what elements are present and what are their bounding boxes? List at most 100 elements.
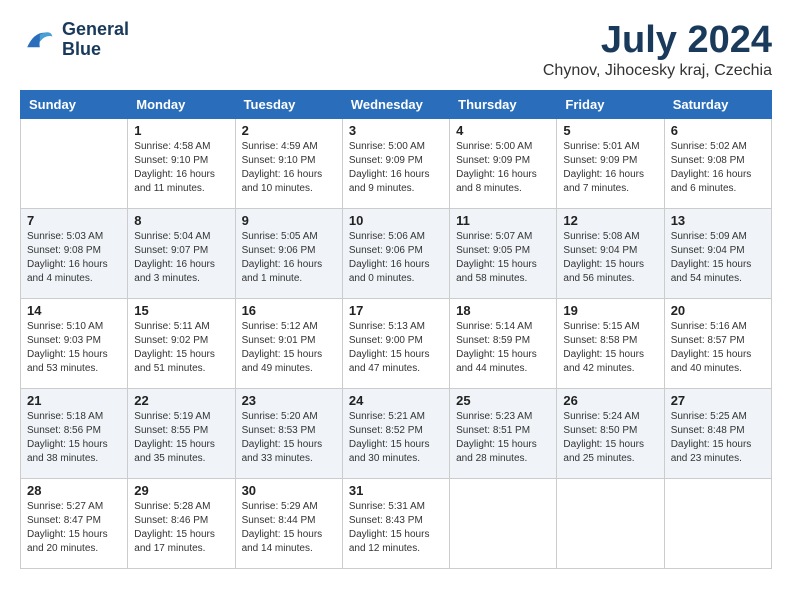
header-wednesday: Wednesday	[342, 90, 449, 118]
calendar-cell: 16 Sunrise: 5:12 AM Sunset: 9:01 PM Dayli…	[235, 298, 342, 388]
calendar-cell	[450, 478, 557, 568]
day-number: 8	[134, 213, 228, 228]
month-year-title: July 2024	[543, 20, 772, 62]
location-subtitle: Chynov, Jihocesky kraj, Czechia	[543, 62, 772, 80]
calendar-cell: 2 Sunrise: 4:59 AM Sunset: 9:10 PM Daylig…	[235, 118, 342, 208]
calendar-cell: 18 Sunrise: 5:14 AM Sunset: 8:59 PM Dayli…	[450, 298, 557, 388]
day-number: 5	[563, 123, 657, 138]
day-info: Sunrise: 5:14 AM Sunset: 8:59 PM Dayligh…	[456, 320, 550, 376]
day-number: 31	[349, 483, 443, 498]
day-info: Sunrise: 5:11 AM Sunset: 9:02 PM Dayligh…	[134, 320, 228, 376]
day-info: Sunrise: 4:59 AM Sunset: 9:10 PM Dayligh…	[242, 140, 336, 196]
title-block: July 2024 Chynov, Jihocesky kraj, Czechi…	[543, 20, 772, 80]
day-number: 4	[456, 123, 550, 138]
day-number: 17	[349, 303, 443, 318]
calendar-cell: 12 Sunrise: 5:08 AM Sunset: 9:04 PM Dayli…	[557, 208, 664, 298]
day-number: 6	[671, 123, 765, 138]
day-info: Sunrise: 5:27 AM Sunset: 8:47 PM Dayligh…	[27, 500, 121, 556]
logo-text: General Blue	[62, 20, 129, 60]
day-number: 25	[456, 393, 550, 408]
calendar-table: SundayMondayTuesdayWednesdayThursdayFrid…	[20, 90, 772, 569]
calendar-cell: 15 Sunrise: 5:11 AM Sunset: 9:02 PM Dayli…	[128, 298, 235, 388]
day-info: Sunrise: 5:29 AM Sunset: 8:44 PM Dayligh…	[242, 500, 336, 556]
day-number: 1	[134, 123, 228, 138]
header-thursday: Thursday	[450, 90, 557, 118]
day-number: 11	[456, 213, 550, 228]
day-number: 20	[671, 303, 765, 318]
day-info: Sunrise: 4:58 AM Sunset: 9:10 PM Dayligh…	[134, 140, 228, 196]
day-number: 3	[349, 123, 443, 138]
day-info: Sunrise: 5:31 AM Sunset: 8:43 PM Dayligh…	[349, 500, 443, 556]
day-info: Sunrise: 5:05 AM Sunset: 9:06 PM Dayligh…	[242, 230, 336, 286]
day-number: 27	[671, 393, 765, 408]
day-number: 21	[27, 393, 121, 408]
day-number: 14	[27, 303, 121, 318]
calendar-cell: 17 Sunrise: 5:13 AM Sunset: 9:00 PM Dayli…	[342, 298, 449, 388]
calendar-week-5: 28 Sunrise: 5:27 AM Sunset: 8:47 PM Dayli…	[21, 478, 772, 568]
calendar-cell: 20Sunrise: 5:16 AM Sunset: 8:57 PM Dayli…	[664, 298, 771, 388]
calendar-week-1: 1 Sunrise: 4:58 AM Sunset: 9:10 PM Daylig…	[21, 118, 772, 208]
calendar-cell: 25 Sunrise: 5:23 AM Sunset: 8:51 PM Dayli…	[450, 388, 557, 478]
calendar-cell: 21 Sunrise: 5:18 AM Sunset: 8:56 PM Dayli…	[21, 388, 128, 478]
calendar-cell	[664, 478, 771, 568]
day-info: Sunrise: 5:19 AM Sunset: 8:55 PM Dayligh…	[134, 410, 228, 466]
day-info: Sunrise: 5:09 AM Sunset: 9:04 PM Dayligh…	[671, 230, 765, 286]
day-number: 10	[349, 213, 443, 228]
calendar-cell: 30 Sunrise: 5:29 AM Sunset: 8:44 PM Dayli…	[235, 478, 342, 568]
header-saturday: Saturday	[664, 90, 771, 118]
day-info: Sunrise: 5:12 AM Sunset: 9:01 PM Dayligh…	[242, 320, 336, 376]
day-info: Sunrise: 5:08 AM Sunset: 9:04 PM Dayligh…	[563, 230, 657, 286]
day-info: Sunrise: 5:23 AM Sunset: 8:51 PM Dayligh…	[456, 410, 550, 466]
calendar-cell: 24Sunrise: 5:21 AM Sunset: 8:52 PM Dayli…	[342, 388, 449, 478]
calendar-cell: 26Sunrise: 5:24 AM Sunset: 8:50 PM Dayli…	[557, 388, 664, 478]
calendar-cell: 8Sunrise: 5:04 AM Sunset: 9:07 PM Daylig…	[128, 208, 235, 298]
day-info: Sunrise: 5:06 AM Sunset: 9:06 PM Dayligh…	[349, 230, 443, 286]
day-info: Sunrise: 5:24 AM Sunset: 8:50 PM Dayligh…	[563, 410, 657, 466]
day-info: Sunrise: 5:00 AM Sunset: 9:09 PM Dayligh…	[349, 140, 443, 196]
day-number: 15	[134, 303, 228, 318]
day-info: Sunrise: 5:02 AM Sunset: 9:08 PM Dayligh…	[671, 140, 765, 196]
header-monday: Monday	[128, 90, 235, 118]
day-info: Sunrise: 5:07 AM Sunset: 9:05 PM Dayligh…	[456, 230, 550, 286]
day-number: 9	[242, 213, 336, 228]
calendar-cell: 6 Sunrise: 5:02 AM Sunset: 9:08 PM Daylig…	[664, 118, 771, 208]
calendar-cell: 13 Sunrise: 5:09 AM Sunset: 9:04 PM Dayli…	[664, 208, 771, 298]
day-info: Sunrise: 5:15 AM Sunset: 8:58 PM Dayligh…	[563, 320, 657, 376]
calendar-week-3: 14 Sunrise: 5:10 AM Sunset: 9:03 PM Dayli…	[21, 298, 772, 388]
calendar-cell	[21, 118, 128, 208]
day-number: 13	[671, 213, 765, 228]
day-info: Sunrise: 5:03 AM Sunset: 9:08 PM Dayligh…	[27, 230, 121, 286]
day-info: Sunrise: 5:10 AM Sunset: 9:03 PM Dayligh…	[27, 320, 121, 376]
calendar-cell: 11 Sunrise: 5:07 AM Sunset: 9:05 PM Dayli…	[450, 208, 557, 298]
calendar-cell: 9 Sunrise: 5:05 AM Sunset: 9:06 PM Daylig…	[235, 208, 342, 298]
day-info: Sunrise: 5:18 AM Sunset: 8:56 PM Dayligh…	[27, 410, 121, 466]
day-number: 12	[563, 213, 657, 228]
calendar-cell: 29 Sunrise: 5:28 AM Sunset: 8:46 PM Dayli…	[128, 478, 235, 568]
day-info: Sunrise: 5:20 AM Sunset: 8:53 PM Dayligh…	[242, 410, 336, 466]
day-number: 7	[27, 213, 121, 228]
calendar-cell: 3 Sunrise: 5:00 AM Sunset: 9:09 PM Daylig…	[342, 118, 449, 208]
day-number: 18	[456, 303, 550, 318]
calendar-cell: 4 Sunrise: 5:00 AM Sunset: 9:09 PM Daylig…	[450, 118, 557, 208]
day-number: 2	[242, 123, 336, 138]
calendar-cell: 7 Sunrise: 5:03 AM Sunset: 9:08 PM Daylig…	[21, 208, 128, 298]
day-number: 22	[134, 393, 228, 408]
day-number: 30	[242, 483, 336, 498]
day-number: 16	[242, 303, 336, 318]
calendar-cell: 10 Sunrise: 5:06 AM Sunset: 9:06 PM Dayli…	[342, 208, 449, 298]
logo-icon	[20, 22, 56, 58]
day-number: 19	[563, 303, 657, 318]
calendar-week-4: 21 Sunrise: 5:18 AM Sunset: 8:56 PM Dayli…	[21, 388, 772, 478]
header-friday: Friday	[557, 90, 664, 118]
day-info: Sunrise: 5:00 AM Sunset: 9:09 PM Dayligh…	[456, 140, 550, 196]
day-info: Sunrise: 5:28 AM Sunset: 8:46 PM Dayligh…	[134, 500, 228, 556]
calendar-cell: 1 Sunrise: 4:58 AM Sunset: 9:10 PM Daylig…	[128, 118, 235, 208]
header-sunday: Sunday	[21, 90, 128, 118]
day-info: Sunrise: 5:21 AM Sunset: 8:52 PM Dayligh…	[349, 410, 443, 466]
day-number: 23	[242, 393, 336, 408]
day-number: 28	[27, 483, 121, 498]
day-info: Sunrise: 5:13 AM Sunset: 9:00 PM Dayligh…	[349, 320, 443, 376]
calendar-cell: 23 Sunrise: 5:20 AM Sunset: 8:53 PM Dayli…	[235, 388, 342, 478]
day-number: 29	[134, 483, 228, 498]
day-info: Sunrise: 5:25 AM Sunset: 8:48 PM Dayligh…	[671, 410, 765, 466]
